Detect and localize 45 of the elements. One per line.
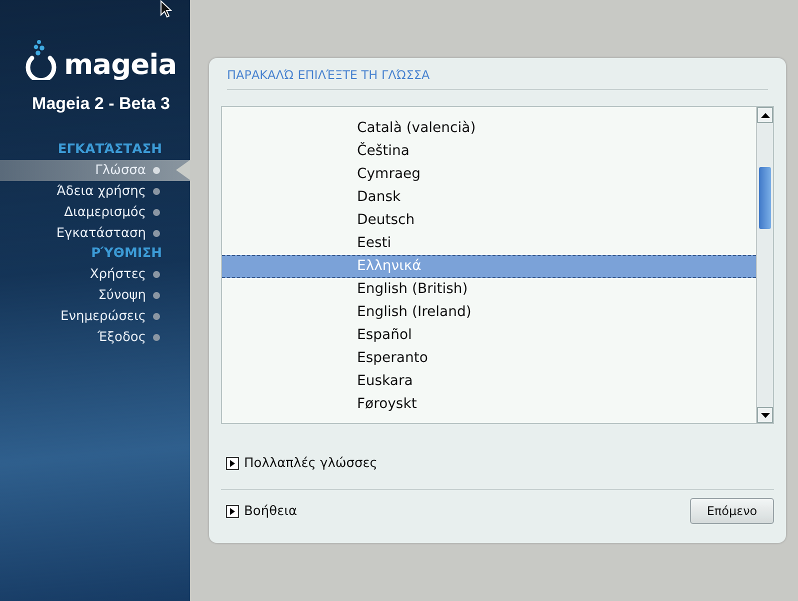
step-item[interactable]: Άδεια χρήσης xyxy=(0,181,190,202)
expander-icon xyxy=(226,457,239,470)
step-dot-icon xyxy=(153,230,160,237)
scrollbar[interactable] xyxy=(756,107,773,423)
section-title: ΕΓΚΑΤΆΣΤΑΣΗ xyxy=(56,141,163,159)
language-item[interactable]: Čeština xyxy=(222,140,756,163)
scroll-thumb[interactable] xyxy=(759,167,771,229)
language-item[interactable]: Català (valencià) xyxy=(222,117,756,140)
language-item[interactable]: Eesti xyxy=(222,232,756,255)
language-item[interactable]: Español xyxy=(222,324,756,347)
step-dot-icon xyxy=(153,209,160,216)
expander-icon xyxy=(226,504,239,518)
language-item[interactable]: Euskara xyxy=(222,370,756,393)
scroll-down-button[interactable] xyxy=(757,407,773,423)
step-item[interactable]: Έξοδος xyxy=(0,327,190,348)
language-item[interactable]: Esperanto xyxy=(222,347,756,370)
help-expander[interactable]: Βοήθεια xyxy=(226,504,298,518)
panel-title: ΠΑΡΑΚΑΛΏ ΕΠΙΛΈΞΤΕ ΤΗ ΓΛΏΣΣΑ xyxy=(226,67,431,84)
step-item[interactable]: Διαμερισμός xyxy=(0,202,190,223)
language-item[interactable]: Cymraeg xyxy=(222,163,756,186)
step-dot-icon xyxy=(153,292,160,299)
scroll-up-button[interactable] xyxy=(757,107,773,123)
step-dot-icon xyxy=(153,167,160,174)
logo-icon xyxy=(24,38,58,80)
language-item[interactable]: English (Ireland) xyxy=(222,301,756,324)
step-item[interactable]: Χρήστες xyxy=(0,264,190,285)
step-dot-icon xyxy=(153,271,160,278)
step-item[interactable]: Ενημερώσεις xyxy=(0,306,190,327)
step-dot-icon xyxy=(153,188,160,195)
next-button[interactable]: Επόμενο xyxy=(690,498,774,524)
multiple-languages-expander[interactable]: Πολλαπλές γλώσσες xyxy=(221,456,774,471)
language-item[interactable]: Deutsch xyxy=(222,209,756,232)
version-title: Mageia 2 - Beta 3 xyxy=(31,94,171,114)
mouse-pointer-icon xyxy=(160,0,172,18)
step-dot-icon xyxy=(153,334,160,341)
step-item[interactable]: Εγκατάσταση xyxy=(0,223,190,244)
section-title: ΡΎΘΜΙΣΗ xyxy=(90,245,163,263)
language-item[interactable]: English (British) xyxy=(222,278,756,301)
language-item[interactable]: Dansk xyxy=(222,186,756,209)
up-triangle-icon xyxy=(760,112,770,118)
step-item[interactable]: Σύνοψη xyxy=(0,285,190,306)
down-triangle-icon xyxy=(760,412,770,418)
step-dot-icon xyxy=(153,313,160,320)
logo-text: mageia xyxy=(64,50,177,80)
language-item[interactable]: Føroyskt xyxy=(222,393,756,416)
